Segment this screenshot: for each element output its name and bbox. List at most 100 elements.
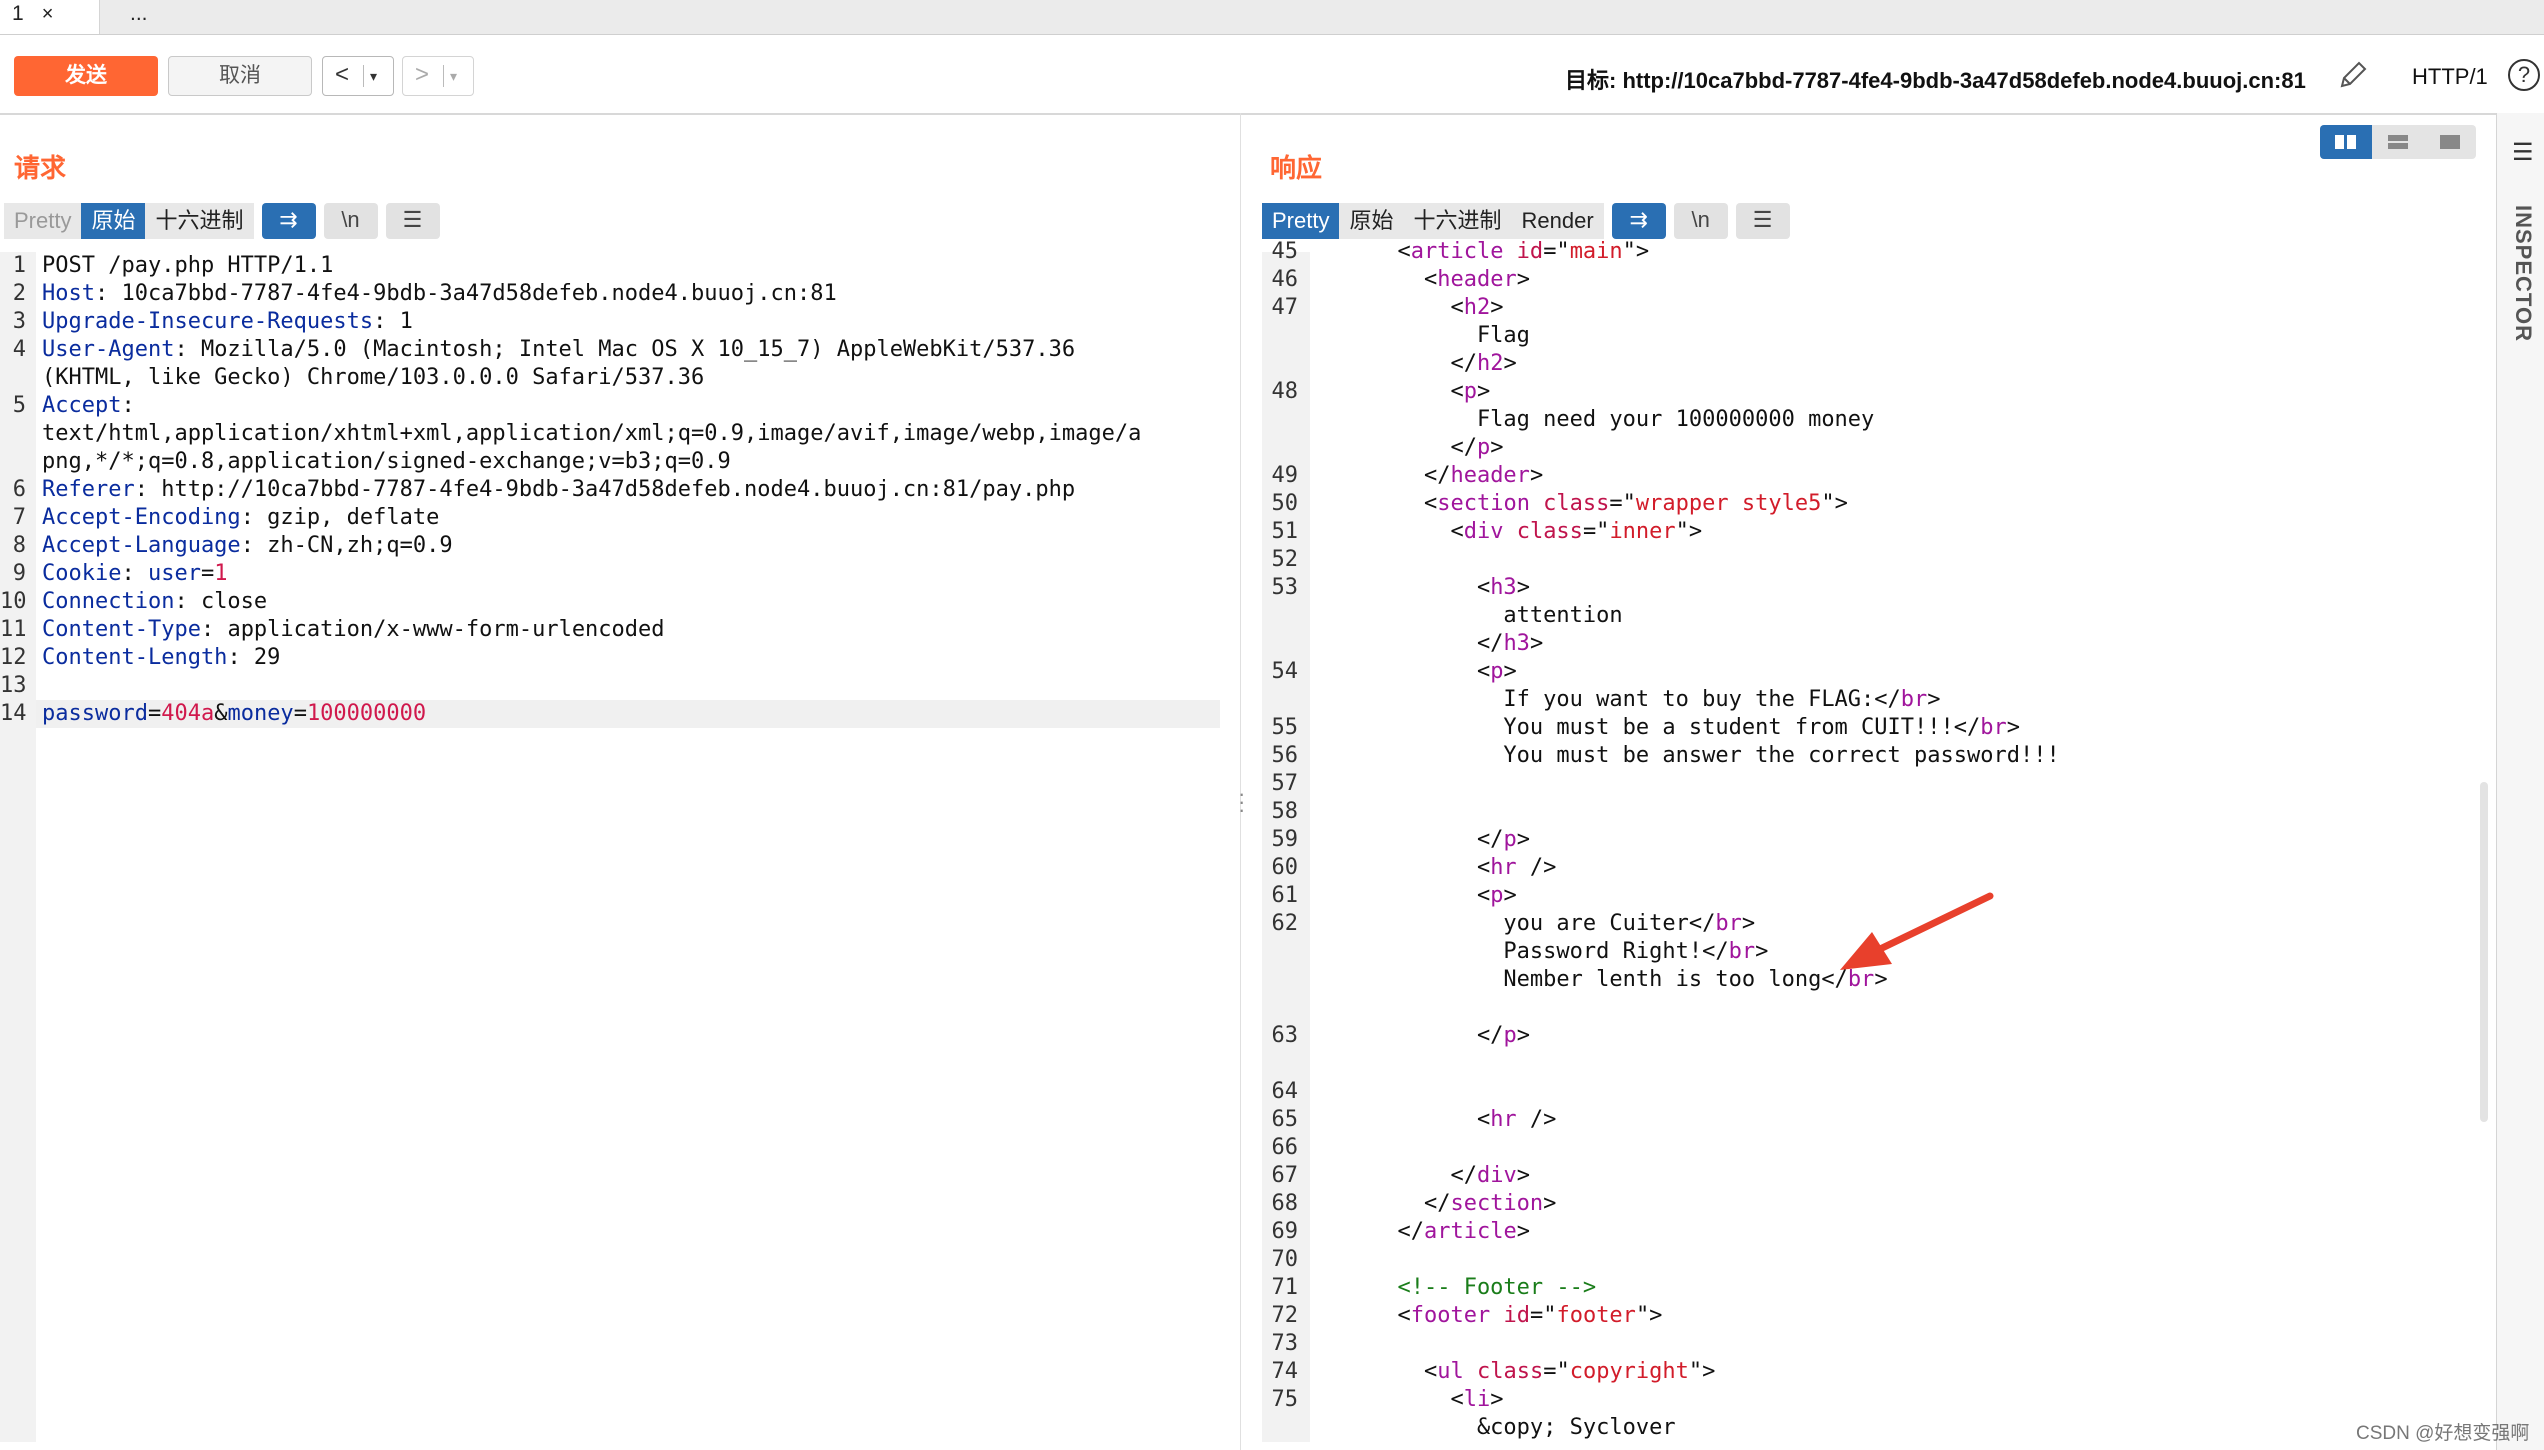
- line-number: [0, 448, 26, 476]
- tab-raw[interactable]: 原始: [81, 203, 146, 239]
- line-number: 48: [1271, 379, 1299, 404]
- tab-render[interactable]: Render: [1511, 203, 1604, 239]
- code-token: Flag: [1318, 323, 1530, 348]
- code-line: </article>: [1318, 1218, 2060, 1246]
- menu-icon[interactable]: ☰: [1735, 203, 1790, 239]
- pencil-icon[interactable]: [2335, 57, 2371, 93]
- code-token: =: [147, 701, 162, 726]
- line-number: 45: [1271, 239, 1299, 264]
- newline-toggle[interactable]: \n: [323, 203, 378, 239]
- protocol-selector[interactable]: HTTP/1: [2412, 64, 2488, 90]
- code-line: <h2>: [1318, 294, 2060, 322]
- request-editor[interactable]: POST /pay.php HTTP/1.1 Host: 10ca7bbd-778…: [42, 252, 1141, 728]
- line-number: 8: [12, 533, 26, 558]
- response-view-tabs: Pretty 原始 十六进制 Render ⇉ \n ☰: [1262, 203, 1790, 239]
- inspector-tab[interactable]: INSPECTOR: [2510, 205, 2536, 342]
- line-number: [1262, 350, 1298, 378]
- split-vertical-icon[interactable]: [2372, 125, 2424, 159]
- code-token: POST /pay.php HTTP/1.1: [42, 253, 334, 278]
- code-token: br: [1728, 939, 1756, 964]
- code-token: footer: [1556, 1303, 1636, 1328]
- code-token: id: [1490, 1303, 1530, 1328]
- code-token: Host: [42, 281, 95, 306]
- back-button[interactable]: < ▾: [322, 56, 394, 96]
- chevron-down-icon[interactable]: ▾: [450, 58, 457, 94]
- line-number: 55: [1271, 715, 1299, 740]
- line-number: 7: [12, 505, 26, 530]
- code-token: p: [1503, 1023, 1517, 1048]
- line-number: 72: [1271, 1303, 1299, 1328]
- line-number: 2: [12, 281, 26, 306]
- scrollbar[interactable]: [2480, 782, 2488, 1122]
- tab-pretty[interactable]: Pretty: [4, 203, 82, 239]
- code-token: <: [1318, 267, 1438, 292]
- tab-hex[interactable]: 十六进制: [145, 203, 254, 239]
- code-token: p: [1463, 379, 1477, 404]
- drag-handle-icon[interactable]: · · ·: [1238, 783, 1245, 821]
- code-token: </: [1318, 1023, 1504, 1048]
- close-icon[interactable]: ×: [42, 3, 54, 25]
- line-number: 62: [1271, 911, 1299, 936]
- code-token: Accept-Language: [42, 533, 241, 558]
- wrap-lines-icon[interactable]: ⇉: [1611, 203, 1666, 239]
- code-token: =: [293, 701, 307, 726]
- wrap-lines-icon[interactable]: ⇉: [261, 203, 316, 239]
- response-editor[interactable]: <article id="main"> <header> <h2> Flag <…: [1318, 238, 2060, 1442]
- tab-1[interactable]: 1 ×: [0, 0, 100, 34]
- code-line: text/html,application/xhtml+xml,applicat…: [42, 420, 1141, 448]
- code-token: <: [1318, 1387, 1464, 1412]
- single-pane-icon[interactable]: [2424, 125, 2476, 159]
- line-number: 53: [1271, 575, 1299, 600]
- tab-raw[interactable]: 原始: [1339, 203, 1404, 239]
- code-line: Referer: http://10ca7bbd-7787-4fe4-9bdb-…: [42, 476, 1141, 504]
- code-token: <: [1318, 855, 1491, 880]
- code-token: attention: [1318, 603, 1623, 628]
- tab-pretty[interactable]: Pretty: [1262, 203, 1340, 239]
- code-token: id: [1503, 239, 1544, 264]
- code-line: <h3>: [1318, 574, 2060, 602]
- code-line: <article id="main">: [1318, 238, 2060, 266]
- newline-toggle[interactable]: \n: [1673, 203, 1728, 239]
- line-number: 5: [12, 393, 26, 418]
- code-token: class: [1503, 519, 1583, 544]
- help-icon[interactable]: ?: [2508, 59, 2540, 91]
- line-number: 58: [1271, 799, 1299, 824]
- line-number: [1262, 434, 1298, 462]
- separator: [443, 65, 444, 87]
- line-number: 68: [1271, 1191, 1299, 1216]
- chevron-down-icon[interactable]: ▾: [370, 58, 377, 94]
- line-number: 67: [1271, 1163, 1299, 1188]
- code-line: <p>: [1318, 378, 2060, 406]
- line-number: [1262, 322, 1298, 350]
- tab-more[interactable]: ...: [118, 0, 182, 34]
- request-view-tabs: Pretty 原始 十六进制 ⇉ \n ☰: [4, 203, 440, 239]
- code-token: =": [1609, 491, 1636, 516]
- tab-hex[interactable]: 十六进制: [1403, 203, 1512, 239]
- code-line: </h3>: [1318, 630, 2060, 658]
- line-number: 74: [1271, 1359, 1299, 1384]
- code-line: </section>: [1318, 1190, 2060, 1218]
- split-horizontal-icon[interactable]: [2320, 125, 2372, 159]
- send-button[interactable]: 发送: [14, 56, 158, 96]
- line-number: 10: [0, 589, 27, 614]
- menu-icon[interactable]: ☰: [2512, 138, 2534, 167]
- code-line: </h2>: [1318, 350, 2060, 378]
- forward-button[interactable]: > ▾: [402, 56, 474, 96]
- tab-strip: 1 × ...: [0, 0, 2544, 35]
- line-number: 65: [1271, 1107, 1299, 1132]
- line-number: [1262, 602, 1298, 630]
- code-token: : gzip, deflate: [240, 505, 440, 530]
- cancel-button[interactable]: 取消: [168, 56, 312, 96]
- code-token: br: [1980, 715, 2007, 740]
- line-number: [1262, 406, 1298, 434]
- line-number: 51: [1271, 519, 1299, 544]
- line-number: 59: [1271, 827, 1299, 852]
- menu-icon[interactable]: ☰: [385, 203, 440, 239]
- code-token: wrapper style5: [1635, 491, 1822, 516]
- line-number: [1262, 1050, 1298, 1078]
- code-line: </header>: [1318, 462, 2060, 490]
